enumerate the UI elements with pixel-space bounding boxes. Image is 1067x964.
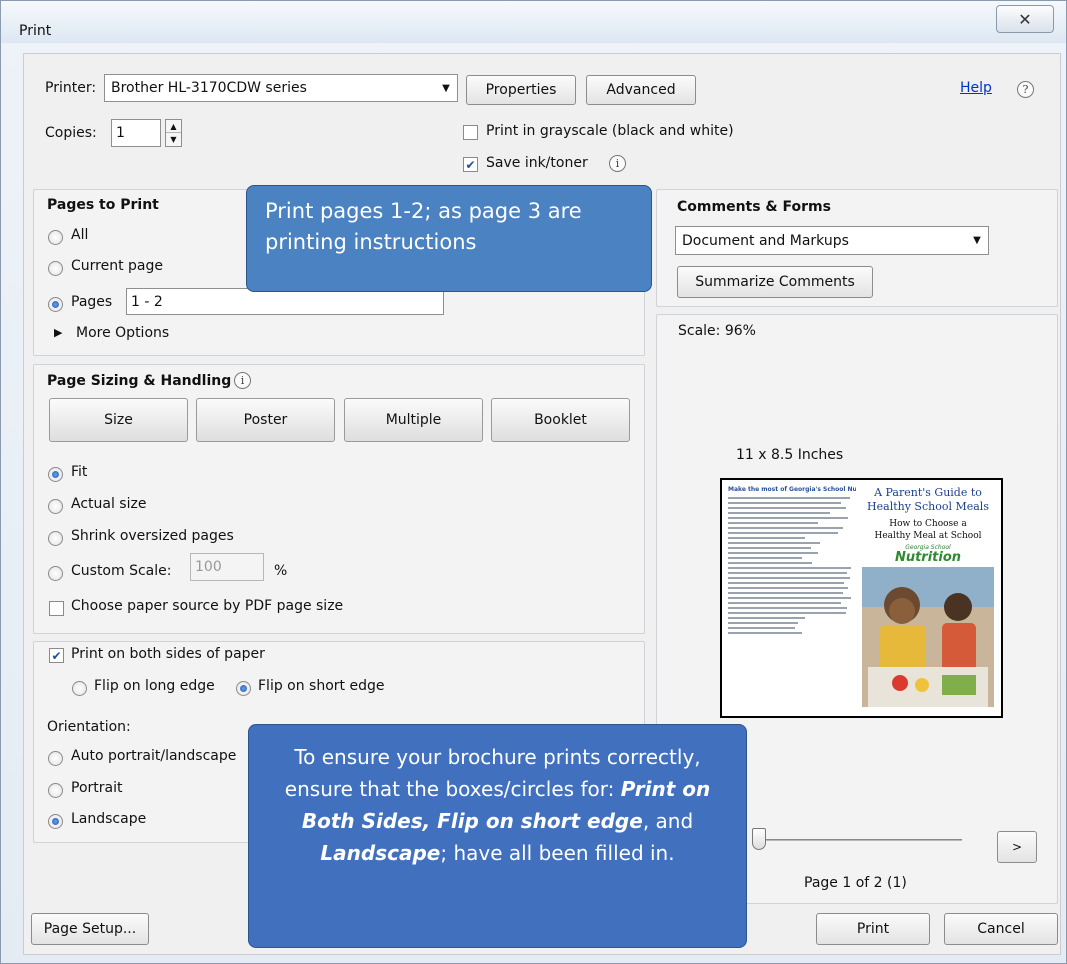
chevron-down-icon: ▼ (442, 82, 450, 94)
print-both-sides-label: Print on both sides of paper (71, 646, 265, 662)
custom-scale-radio[interactable] (48, 566, 63, 581)
print-dialog: Print ✕ Printer: Brother HL-3170CDW seri… (0, 0, 1067, 964)
stepper-down-icon[interactable]: ▼ (166, 133, 181, 146)
flip-long-edge-radio[interactable] (72, 681, 87, 696)
auto-orientation-radio[interactable] (48, 751, 63, 766)
properties-button[interactable]: Properties (466, 75, 576, 105)
help-question-icon[interactable]: ? (1017, 81, 1034, 98)
advanced-button[interactable]: Advanced (586, 75, 696, 105)
paper-source-label: Choose paper source by PDF page size (71, 598, 344, 614)
fit-label: Fit (71, 464, 88, 480)
preview-title-2: Healthy School Meals (867, 500, 989, 513)
printer-label: Printer: (45, 80, 97, 96)
annotation-pages-text: Print pages 1-2; as page 3 are printing … (265, 199, 582, 254)
print-button[interactable]: Print (816, 913, 930, 945)
stepper-up-icon[interactable]: ▲ (166, 120, 181, 133)
grayscale-label: Print in grayscale (black and white) (486, 123, 734, 139)
pages-to-print-heading: Pages to Print (47, 197, 159, 213)
help-link[interactable]: Help (960, 80, 992, 96)
comments-forms-select[interactable]: Document and Markups ▼ (675, 226, 989, 255)
multiple-button[interactable]: Multiple (344, 398, 483, 442)
pages-label: Pages (71, 294, 113, 310)
flip-long-edge-label: Flip on long edge (94, 678, 215, 694)
save-ink-checkbox[interactable]: ✔ (463, 157, 478, 172)
scale-readout: Scale: 96% (678, 323, 756, 339)
page-setup-button[interactable]: Page Setup... (31, 913, 149, 945)
preview-cover: A Parent's Guide to Healthy School Meals… (862, 486, 994, 710)
shrink-oversized-radio[interactable] (48, 531, 63, 546)
preview-brand-logo: Nutrition (894, 550, 962, 565)
copies-stepper[interactable]: ▲ ▼ (165, 119, 182, 147)
annotation-callout-settings: To ensure your brochure prints correctly… (248, 724, 747, 948)
preview-title-1: A Parent's Guide to (874, 486, 982, 499)
orientation-heading: Orientation: (47, 719, 131, 735)
all-pages-radio[interactable] (48, 230, 63, 245)
annotation-settings-emph-2: Landscape (320, 841, 441, 865)
flip-short-edge-radio[interactable] (236, 681, 251, 696)
current-page-radio[interactable] (48, 261, 63, 276)
summarize-comments-button[interactable]: Summarize Comments (677, 266, 873, 298)
copies-input[interactable]: 1 (111, 119, 161, 147)
preview-sub-2: Healthy Meal at School (874, 531, 982, 541)
landscape-radio[interactable] (48, 814, 63, 829)
zoom-slider-track[interactable] (766, 839, 962, 841)
next-page-button[interactable]: > (997, 831, 1037, 863)
grayscale-checkbox[interactable] (463, 125, 478, 140)
booklet-button[interactable]: Booklet (491, 398, 630, 442)
annotation-settings-end: ; have all been filled in. (440, 841, 675, 865)
close-icon: ✕ (1018, 9, 1032, 29)
percent-label: % (274, 563, 288, 579)
window-title: Print (19, 23, 52, 39)
poster-button[interactable]: Poster (196, 398, 335, 442)
title-bar: Print ✕ (1, 1, 1066, 43)
annotation-callout-pages: Print pages 1-2; as page 3 are printing … (246, 185, 652, 292)
page-sizing-heading: Page Sizing & Handling (47, 373, 232, 389)
annotation-settings-mid: , and (642, 809, 694, 833)
fit-radio[interactable] (48, 467, 63, 482)
printer-selected: Brother HL-3170CDW series (111, 80, 307, 96)
preview-photo (862, 567, 994, 707)
page-preview: Make the most of Georgia's School Nutrit… (720, 478, 1003, 718)
preview-sub-1: How to Choose a (889, 519, 967, 529)
current-page-label: Current page (71, 258, 163, 274)
comments-forms-heading: Comments & Forms (677, 199, 831, 215)
chevron-down-icon: ▼ (973, 235, 981, 246)
landscape-label: Landscape (71, 811, 147, 827)
cancel-button[interactable]: Cancel (944, 913, 1058, 945)
auto-orientation-label: Auto portrait/landscape (71, 748, 237, 764)
close-button[interactable]: ✕ (996, 5, 1054, 33)
more-options-toggle[interactable]: More Options (76, 325, 169, 341)
all-pages-label: All (71, 227, 89, 243)
portrait-label: Portrait (71, 780, 123, 796)
preview-doc-heading: Make the most of Georgia's School Nutrit… (728, 486, 856, 493)
page-indicator: Page 1 of 2 (1) (804, 875, 907, 891)
actual-size-radio[interactable] (48, 499, 63, 514)
size-button[interactable]: Size (49, 398, 188, 442)
portrait-radio[interactable] (48, 783, 63, 798)
pages-range-input[interactable]: 1 - 2 (126, 288, 444, 315)
copies-label: Copies: (45, 125, 97, 141)
custom-scale-label: Custom Scale: (71, 563, 172, 579)
paper-size-label: 11 x 8.5 Inches (736, 447, 844, 463)
custom-scale-input[interactable]: 100 (190, 553, 264, 581)
preview-text-column: Make the most of Georgia's School Nutrit… (728, 486, 856, 710)
print-both-sides-checkbox[interactable]: ✔ (49, 648, 64, 663)
paper-source-checkbox[interactable] (49, 601, 64, 616)
zoom-slider-handle[interactable] (752, 828, 766, 850)
printer-select[interactable]: Brother HL-3170CDW series ▼ (104, 74, 458, 102)
flip-short-edge-label: Flip on short edge (258, 678, 385, 694)
expand-triangle-icon[interactable]: ▶ (54, 326, 62, 339)
save-ink-label: Save ink/toner (486, 155, 588, 171)
actual-size-label: Actual size (71, 496, 147, 512)
info-icon[interactable]: i (609, 155, 626, 172)
comments-forms-selected: Document and Markups (682, 232, 849, 249)
info-icon[interactable]: i (234, 372, 251, 389)
pages-radio[interactable] (48, 297, 63, 312)
shrink-oversized-label: Shrink oversized pages (71, 528, 234, 544)
